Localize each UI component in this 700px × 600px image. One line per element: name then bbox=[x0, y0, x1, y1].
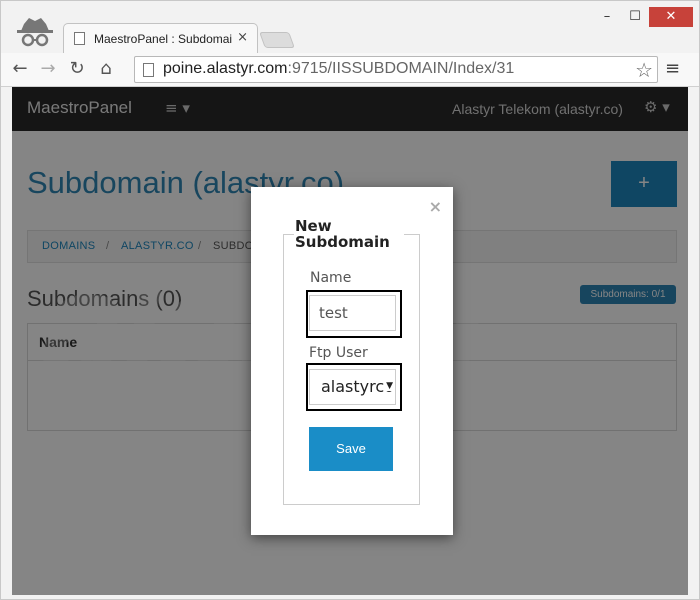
ftp-user-select[interactable]: alastyrco ▼ bbox=[309, 369, 396, 405]
forward-arrow-icon[interactable]: → bbox=[37, 58, 59, 80]
name-label: Name bbox=[310, 270, 352, 286]
ftp-user-label: Ftp User bbox=[309, 345, 368, 361]
page-viewport: MaestroPanel ≡ ▾ Alastyr Telekom (alasty… bbox=[12, 87, 688, 595]
save-button[interactable]: Save bbox=[309, 427, 393, 471]
tab-close-icon[interactable]: × bbox=[237, 30, 248, 45]
hamburger-icon[interactable]: ≡ bbox=[665, 58, 680, 79]
url-path: :9715/IISSUBDOMAIN/Index/31 bbox=[287, 60, 515, 77]
url-text: poine.alastyr.com:9715/IISSUBDOMAIN/Inde… bbox=[163, 60, 514, 78]
browser-tab[interactable]: MaestroPanel : Subdomain × bbox=[63, 23, 258, 53]
browser-toolbar: ← → ↻ ⌂ poine.alastyr.com:9715/IISSUBDOM… bbox=[1, 53, 699, 87]
new-tab-button[interactable] bbox=[259, 32, 295, 48]
home-icon[interactable]: ⌂ bbox=[95, 58, 117, 80]
close-icon[interactable]: ✕ bbox=[649, 7, 693, 27]
address-bar[interactable]: poine.alastyr.com:9715/IISSUBDOMAIN/Inde… bbox=[134, 56, 658, 83]
browser-window: MaestroPanel : Subdomain × – ☐ ✕ ← → ↻ ⌂… bbox=[0, 0, 700, 600]
modal-close-icon[interactable]: × bbox=[429, 197, 442, 216]
tab-title: MaestroPanel : Subdomain bbox=[94, 32, 232, 46]
document-icon bbox=[74, 32, 85, 45]
ftp-user-value: alastyrco bbox=[321, 377, 394, 396]
browser-titlebar: MaestroPanel : Subdomain × – ☐ ✕ bbox=[1, 1, 699, 53]
maximize-icon[interactable]: ☐ bbox=[621, 7, 649, 27]
url-host: poine.alastyr.com bbox=[163, 60, 288, 77]
new-subdomain-modal: × New Subdomain Name Ftp User alastyrco … bbox=[251, 187, 453, 535]
modal-legend: New Subdomain bbox=[294, 218, 404, 250]
incognito-icon bbox=[15, 15, 55, 51]
page-icon bbox=[143, 63, 154, 77]
reload-icon[interactable]: ↻ bbox=[66, 58, 88, 80]
minimize-icon[interactable]: – bbox=[593, 7, 621, 27]
back-arrow-icon[interactable]: ← bbox=[9, 58, 31, 80]
chevron-down-icon: ▼ bbox=[385, 381, 393, 391]
name-input[interactable] bbox=[309, 295, 396, 331]
star-icon[interactable]: ☆ bbox=[635, 58, 653, 82]
